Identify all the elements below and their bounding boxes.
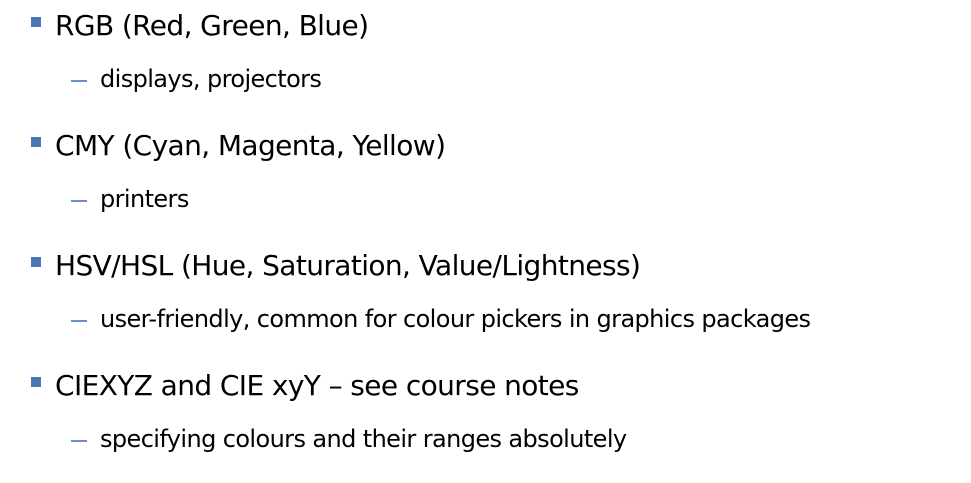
bullet-text: CIEXYZ and CIE xyY – see course notes [55,369,579,402]
slide-content: RGB (Red, Green, Blue) displays, project… [0,0,971,483]
square-bullet-icon [31,17,41,27]
bullet-text: RGB (Red, Green, Blue) [55,9,369,42]
bullet-text: HSV/HSL (Hue, Saturation, Value/Lightnes… [55,249,641,282]
dash-bullet-icon [71,80,87,82]
sub-bullet-text: printers [100,185,189,213]
bullet-text: CMY (Cyan, Magenta, Yellow) [55,129,446,162]
sub-bullet-text: specifying colours and their ranges abso… [100,425,627,453]
dash-bullet-icon [71,200,87,202]
square-bullet-icon [31,137,41,147]
dash-bullet-icon [71,320,87,322]
square-bullet-icon [31,257,41,267]
sub-bullet-text: user-friendly, common for colour pickers… [100,305,811,333]
dash-bullet-icon [71,440,87,442]
sub-bullet-text: displays, projectors [100,65,322,93]
square-bullet-icon [31,377,41,387]
